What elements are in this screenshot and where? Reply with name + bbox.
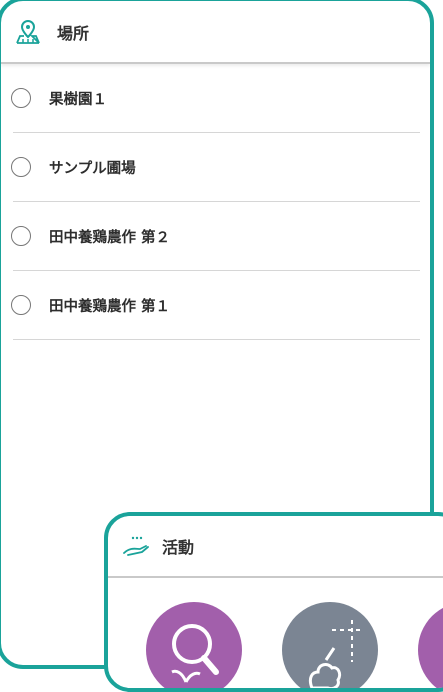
- activity-buttons: [108, 578, 443, 688]
- tree-planting-icon[interactable]: [282, 602, 378, 688]
- place-item[interactable]: 果樹園１: [11, 64, 420, 133]
- location-card-header: 場所: [1, 1, 430, 64]
- activity-card-title: 活動: [162, 538, 195, 557]
- activity-card-header: 活動: [108, 516, 443, 578]
- hand-seedling-icon: [122, 533, 149, 559]
- place-item[interactable]: サンプル圃場: [11, 133, 420, 202]
- place-label: 果樹園１: [49, 91, 107, 108]
- place-radio[interactable]: [11, 295, 31, 315]
- magnifier-plant-icon[interactable]: [146, 602, 242, 688]
- place-radio[interactable]: [11, 226, 31, 246]
- place-item[interactable]: 田中養鶏農作 第２: [11, 202, 420, 271]
- place-label: 田中養鶏農作 第２: [49, 229, 171, 246]
- place-label: 田中養鶏農作 第１: [49, 298, 171, 315]
- location-card-title: 場所: [57, 23, 90, 43]
- place-label: サンプル圃場: [49, 160, 136, 177]
- map-pin-icon: [15, 19, 41, 45]
- activity-icon[interactable]: [418, 602, 443, 688]
- activity-card: 活動: [104, 512, 443, 692]
- place-radio[interactable]: [11, 88, 31, 108]
- place-list: 果樹園１ サンプル圃場 田中養鶏農作 第２ 田中養鶏農作 第１: [1, 64, 430, 340]
- place-item[interactable]: 田中養鶏農作 第１: [11, 271, 420, 340]
- place-radio[interactable]: [11, 157, 31, 177]
